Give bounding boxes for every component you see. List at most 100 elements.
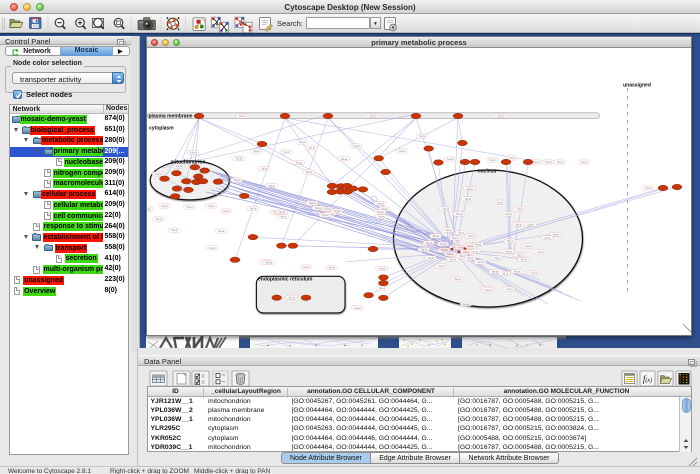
svg-text:Yal-al: Yal-al <box>425 241 432 245</box>
svg-text:Yal-al: Yal-al <box>467 256 474 260</box>
svg-text:Yal-al: Yal-al <box>378 286 385 290</box>
svg-text:Yal-al: Yal-al <box>305 170 312 174</box>
svg-text:Yal-al: Yal-al <box>299 140 306 144</box>
svg-text:Yal-al: Yal-al <box>441 248 448 252</box>
svg-text:Yal-al: Yal-al <box>531 271 538 275</box>
svg-text:Yal-al: Yal-al <box>513 270 520 274</box>
svg-text:Yal-al: Yal-al <box>186 205 193 209</box>
svg-text:Yal-al: Yal-al <box>506 287 513 291</box>
svg-text:Yal-al: Yal-al <box>419 134 426 138</box>
svg-text:Yal-al: Yal-al <box>171 228 178 232</box>
svg-text:Yal-al: Yal-al <box>322 213 329 217</box>
svg-text:Yal-al: Yal-al <box>505 249 512 253</box>
svg-text:Yal-al: Yal-al <box>309 201 316 205</box>
svg-text:Yal-al: Yal-al <box>217 229 224 233</box>
svg-text:Yal-al: Yal-al <box>445 228 452 232</box>
svg-text:Yal-al: Yal-al <box>537 250 544 254</box>
svg-text:Yal-al: Yal-al <box>377 202 384 206</box>
svg-text:Yal-al: Yal-al <box>295 160 302 164</box>
svg-text:Yal-al: Yal-al <box>466 187 473 191</box>
svg-text:Yal-al: Yal-al <box>438 264 445 268</box>
svg-text:Yal-al: Yal-al <box>369 114 376 118</box>
svg-text:Yal-al: Yal-al <box>645 186 652 190</box>
svg-text:Yal-al: Yal-al <box>239 114 246 118</box>
svg-text:Yal-al: Yal-al <box>190 151 197 155</box>
svg-text:Yal-al: Yal-al <box>456 212 463 216</box>
svg-text:Yal-al: Yal-al <box>324 207 331 211</box>
svg-text:Yal-al: Yal-al <box>515 222 522 226</box>
svg-text:Yal-al: Yal-al <box>283 150 290 154</box>
svg-text:Yal-al: Yal-al <box>467 244 474 248</box>
svg-text:endoplasmic reticulum: endoplasmic reticulum <box>258 277 313 283</box>
svg-text:Yal-al: Yal-al <box>463 302 470 306</box>
svg-text:Yal-al: Yal-al <box>447 252 454 256</box>
svg-text:Yal-al: Yal-al <box>489 158 496 162</box>
svg-text:Yal-al: Yal-al <box>517 253 524 257</box>
svg-text:Yal-al: Yal-al <box>544 236 551 240</box>
svg-text:Yal-al: Yal-al <box>468 234 475 238</box>
svg-text:Yal-al: Yal-al <box>452 236 459 240</box>
svg-text:Yal-al: Yal-al <box>147 207 151 211</box>
svg-text:Yal-al: Yal-al <box>485 288 492 292</box>
svg-text:Yal-al: Yal-al <box>378 266 385 270</box>
svg-text:Yal-al: Yal-al <box>420 248 427 252</box>
svg-text:Yal-al: Yal-al <box>155 217 162 221</box>
svg-text:Yal-al: Yal-al <box>525 244 532 248</box>
svg-text:Yal-al: Yal-al <box>340 157 347 161</box>
svg-text:Yal-al: Yal-al <box>497 114 504 118</box>
svg-text:Yal-al: Yal-al <box>427 256 434 260</box>
svg-text:Yal-al: Yal-al <box>432 234 439 238</box>
svg-text:Yal-al: Yal-al <box>308 146 315 150</box>
svg-text:Yal-al: Yal-al <box>268 184 275 188</box>
svg-text:Yal-al: Yal-al <box>464 197 471 201</box>
svg-text:Yal-al: Yal-al <box>223 209 230 213</box>
svg-text:Yal-al: Yal-al <box>265 261 272 265</box>
svg-text:Yal-al: Yal-al <box>353 144 360 148</box>
svg-text:Yal-al: Yal-al <box>208 246 215 250</box>
svg-text:Yal-al: Yal-al <box>477 260 484 264</box>
svg-text:nucleus: nucleus <box>478 169 497 175</box>
svg-text:Yal-al: Yal-al <box>581 160 588 164</box>
svg-text:Yal-al: Yal-al <box>463 250 470 254</box>
svg-text:Yal-al: Yal-al <box>354 306 361 310</box>
svg-text:Yal-al: Yal-al <box>278 210 285 214</box>
svg-text:Yal-al: Yal-al <box>505 212 512 216</box>
svg-text:Yal-al: Yal-al <box>545 160 552 164</box>
svg-text:Yal-al: Yal-al <box>399 149 406 153</box>
svg-text:cytoplasm: cytoplasm <box>149 126 174 132</box>
svg-text:Yal-al: Yal-al <box>457 231 464 235</box>
svg-text:Yal-al: Yal-al <box>496 200 503 204</box>
svg-text:Yal-al: Yal-al <box>261 167 268 171</box>
svg-text:Yal-al: Yal-al <box>208 204 215 208</box>
svg-text:plasma membrane: plasma membrane <box>149 114 193 120</box>
svg-text:Yal-al: Yal-al <box>253 149 260 153</box>
svg-text:Yal-al: Yal-al <box>328 265 335 269</box>
svg-text:Yal-al: Yal-al <box>552 232 559 236</box>
svg-text:Yal-al: Yal-al <box>527 222 534 226</box>
svg-text:Yal-al: Yal-al <box>233 178 240 182</box>
svg-text:Yal-al: Yal-al <box>303 265 310 269</box>
svg-text:Yal-al: Yal-al <box>442 207 449 211</box>
svg-text:Yal-al: Yal-al <box>501 271 508 275</box>
svg-text:Yal-al: Yal-al <box>447 157 454 161</box>
svg-text:Yal-al: Yal-al <box>161 204 168 208</box>
svg-text:Yal-al: Yal-al <box>517 207 524 211</box>
svg-text:Yal-al: Yal-al <box>155 172 162 176</box>
svg-text:Yal-al: Yal-al <box>377 210 384 214</box>
svg-text:Yal-al: Yal-al <box>494 256 501 260</box>
svg-text:Yal-al: Yal-al <box>279 215 286 219</box>
svg-text:Yal-al: Yal-al <box>520 258 527 262</box>
svg-text:Yal-al: Yal-al <box>506 239 513 243</box>
svg-text:Yal-al: Yal-al <box>440 242 447 246</box>
svg-text:Yal-al: Yal-al <box>176 164 183 168</box>
svg-text:Yal-al: Yal-al <box>378 215 385 219</box>
svg-text:unassigned: unassigned <box>623 83 651 89</box>
svg-text:Yal-al: Yal-al <box>449 258 456 262</box>
svg-text:Yal-al: Yal-al <box>533 160 540 164</box>
svg-text:Yal-al: Yal-al <box>315 206 322 210</box>
svg-text:Yal-al: Yal-al <box>235 157 242 161</box>
svg-text:Yal-al: Yal-al <box>454 277 461 281</box>
svg-text:Yal-al: Yal-al <box>509 156 516 160</box>
svg-text:Yal-al: Yal-al <box>491 270 498 274</box>
svg-text:Yal-al: Yal-al <box>557 160 564 164</box>
